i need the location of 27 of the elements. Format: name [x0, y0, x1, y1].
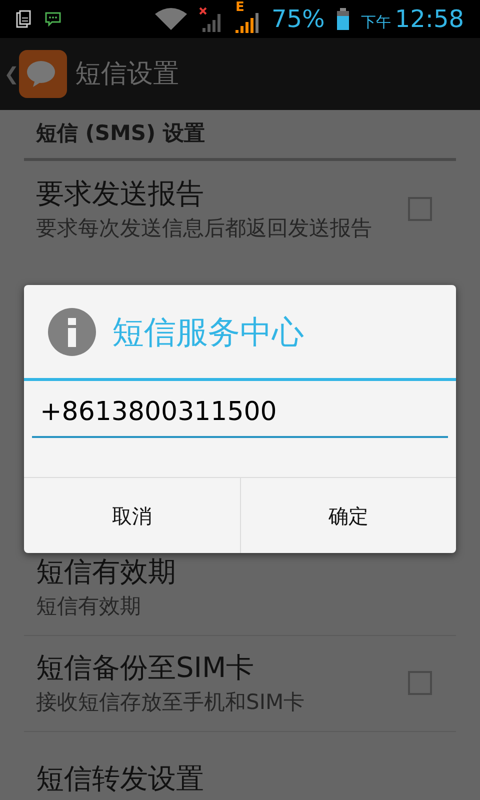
no-signal-icon — [199, 6, 224, 32]
checkbox[interactable] — [408, 196, 432, 220]
checkbox[interactable] — [408, 671, 432, 695]
clock-time: 12:58 — [394, 4, 464, 35]
battery-icon — [336, 8, 349, 30]
wifi-icon — [155, 8, 188, 30]
setting-title: 短信有效期 — [36, 554, 177, 590]
setting-title: 短信转发设置 — [36, 761, 205, 797]
setting-title: 要求发送报告 — [36, 176, 205, 212]
chat-icon — [44, 11, 62, 27]
dialog-button[interactable]: 确定 — [240, 478, 456, 553]
setting-summary: 接收短信存放至手机和SIM卡 — [36, 689, 306, 716]
setting-summary: 要求每次发送信息后都返回发送报告 — [36, 214, 373, 242]
signal-icon — [235, 13, 260, 33]
network-type: E — [235, 1, 244, 14]
chat-bubble-icon — [19, 50, 68, 98]
setting-title: 短信备份至SIM卡 — [36, 650, 256, 686]
dialog-button[interactable]: 取消 — [24, 478, 240, 553]
time-period: 下午 — [360, 12, 391, 33]
section-header: 短信 (SMS) 设置 — [24, 110, 456, 160]
battery-percent: 75% — [271, 4, 325, 35]
info-icon — [48, 308, 96, 356]
setting-summary: 短信有效期 — [36, 593, 142, 620]
screen-title: 短信设置 — [75, 58, 180, 90]
document-icon — [16, 10, 32, 28]
dialog-title: 短信服务中心 — [112, 312, 304, 352]
input-field[interactable]: +8613800311500 — [32, 393, 448, 438]
